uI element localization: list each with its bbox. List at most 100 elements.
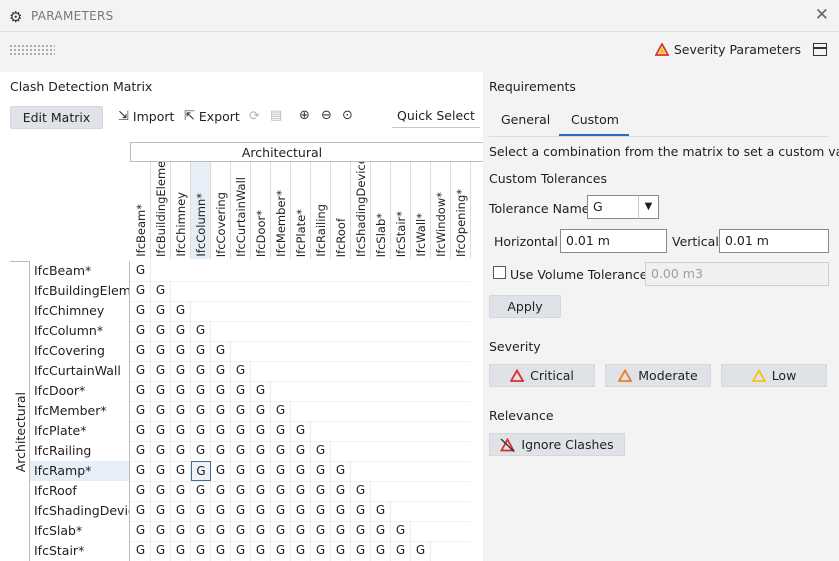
low-button[interactable]: Low <box>721 364 827 387</box>
matrix-cell[interactable]: G <box>191 341 211 361</box>
matrix-cell[interactable]: G <box>171 401 191 421</box>
matrix-cell[interactable]: G <box>151 461 171 481</box>
tab-general[interactable]: General <box>501 112 550 127</box>
matrix-cell[interactable]: G <box>131 501 151 521</box>
matrix-cell[interactable]: G <box>211 501 231 521</box>
matrix-cell[interactable]: G <box>151 521 171 541</box>
matrix-cell[interactable]: G <box>131 321 151 341</box>
matrix-cell[interactable]: G <box>331 521 351 541</box>
apply-button[interactable]: Apply <box>489 295 561 318</box>
zoom-in-icon[interactable]: ⊕ <box>299 108 310 123</box>
matrix-cell[interactable]: G <box>131 361 151 381</box>
matrix-cell[interactable]: G <box>191 521 211 541</box>
matrix-cell[interactable]: G <box>311 441 331 461</box>
vertical-input[interactable]: 0.01 m <box>719 229 829 253</box>
matrix-cell[interactable]: G <box>171 301 191 321</box>
matrix-cell[interactable]: G <box>131 381 151 401</box>
matrix-cell[interactable]: G <box>411 541 431 561</box>
column-header[interactable]: IfcRailing <box>311 162 331 259</box>
matrix-cell[interactable]: G <box>291 481 311 501</box>
matrix-cell[interactable]: G <box>271 441 291 461</box>
row-header[interactable]: IfcSlab* <box>30 521 130 541</box>
matrix-cell[interactable]: G <box>151 541 171 561</box>
zoom-out-icon[interactable]: ⊖ <box>321 108 332 123</box>
matrix-cell[interactable]: G <box>131 301 151 321</box>
matrix-cell[interactable]: G <box>251 461 271 481</box>
matrix-cell[interactable]: G <box>171 541 191 561</box>
matrix-cell[interactable]: G <box>131 261 151 281</box>
row-header[interactable]: IfcRailing <box>30 441 130 461</box>
matrix-cell[interactable]: G <box>211 461 231 481</box>
matrix-cell[interactable]: G <box>291 501 311 521</box>
matrix-cell[interactable]: G <box>211 481 231 501</box>
matrix-cell[interactable]: G <box>231 441 251 461</box>
row-header[interactable]: IfcColumn* <box>30 321 130 341</box>
critical-button[interactable]: Critical <box>489 364 595 387</box>
panel-layout-icon[interactable] <box>813 43 827 56</box>
chevron-down-icon[interactable]: ▼ <box>638 195 659 219</box>
matrix-cell[interactable]: G <box>311 541 331 561</box>
column-header[interactable]: IfcDoor* <box>251 162 271 259</box>
matrix-cell[interactable]: G <box>231 541 251 561</box>
row-header[interactable]: IfcStair* <box>30 541 130 561</box>
matrix-cell[interactable]: G <box>211 421 231 441</box>
matrix-cell[interactable]: G <box>271 461 291 481</box>
row-header[interactable]: IfcPlate* <box>30 421 130 441</box>
column-header[interactable]: IfcBuildingEleme <box>151 162 171 259</box>
zoom-fit-icon[interactable]: ⊙ <box>342 108 353 123</box>
matrix-cell[interactable]: G <box>171 461 191 481</box>
matrix-cell[interactable]: G <box>211 341 231 361</box>
matrix-cell[interactable]: G <box>231 501 251 521</box>
column-header[interactable]: IfcWall* <box>411 162 431 259</box>
matrix-cell[interactable]: G <box>351 541 371 561</box>
matrix-cell[interactable]: G <box>191 321 211 341</box>
matrix-cell[interactable]: G <box>311 501 331 521</box>
matrix-cell[interactable]: G <box>351 481 371 501</box>
matrix-cell[interactable]: G <box>251 541 271 561</box>
column-header[interactable]: IfcColumn* <box>191 162 211 259</box>
row-header[interactable]: IfcBeam* <box>30 261 130 281</box>
tolerance-name-select[interactable]: G <box>587 195 639 219</box>
edit-matrix-button[interactable]: Edit Matrix <box>10 106 103 129</box>
matrix-cell[interactable]: G <box>271 541 291 561</box>
matrix-cell[interactable]: G <box>331 541 351 561</box>
matrix-cell[interactable]: G <box>171 421 191 441</box>
matrix-cell[interactable]: G <box>191 381 211 401</box>
matrix-cell[interactable]: G <box>371 501 391 521</box>
matrix-cell[interactable]: G <box>151 361 171 381</box>
matrix-cell[interactable]: G <box>391 541 411 561</box>
matrix-cell[interactable]: G <box>371 521 391 541</box>
matrix-cell[interactable]: G <box>131 281 151 301</box>
row-header[interactable]: IfcBuildingEleme <box>30 281 130 301</box>
matrix-cell[interactable]: G <box>291 461 311 481</box>
column-header[interactable]: IfcRoof <box>331 162 351 259</box>
matrix-cell[interactable]: G <box>391 521 411 541</box>
matrix-cell[interactable]: G <box>271 521 291 541</box>
matrix-cell[interactable]: G <box>131 401 151 421</box>
matrix-cell[interactable]: G <box>231 481 251 501</box>
column-header[interactable]: IfcPlate* <box>291 162 311 259</box>
matrix-cell[interactable]: G <box>251 521 271 541</box>
use-volume-checkbox[interactable] <box>493 266 506 279</box>
moderate-button[interactable]: Moderate <box>605 364 711 387</box>
drag-grip-icon[interactable] <box>9 44 55 56</box>
matrix-cell[interactable]: G <box>251 401 271 421</box>
row-header[interactable]: IfcMember* <box>30 401 130 421</box>
matrix-cell[interactable]: G <box>311 521 331 541</box>
matrix-cell[interactable]: G <box>211 361 231 381</box>
matrix-cell[interactable]: G <box>271 401 291 421</box>
volume-input[interactable]: 0.00 m3 <box>645 262 829 286</box>
matrix-cell[interactable]: G <box>191 501 211 521</box>
matrix-cell[interactable]: G <box>211 441 231 461</box>
export-button[interactable]: ⇱ Export <box>184 109 240 124</box>
matrix-cell[interactable]: G <box>291 441 311 461</box>
matrix-cell[interactable]: G <box>171 441 191 461</box>
matrix-cell[interactable]: G <box>151 281 171 301</box>
matrix-cell[interactable]: G <box>151 341 171 361</box>
ignore-clashes-button[interactable]: Ignore Clashes <box>489 433 625 456</box>
matrix-cell[interactable]: G <box>131 341 151 361</box>
matrix-cell[interactable]: G <box>151 481 171 501</box>
row-header[interactable]: IfcChimney <box>30 301 130 321</box>
matrix-cell[interactable]: G <box>191 401 211 421</box>
matrix-cell[interactable]: G <box>191 541 211 561</box>
